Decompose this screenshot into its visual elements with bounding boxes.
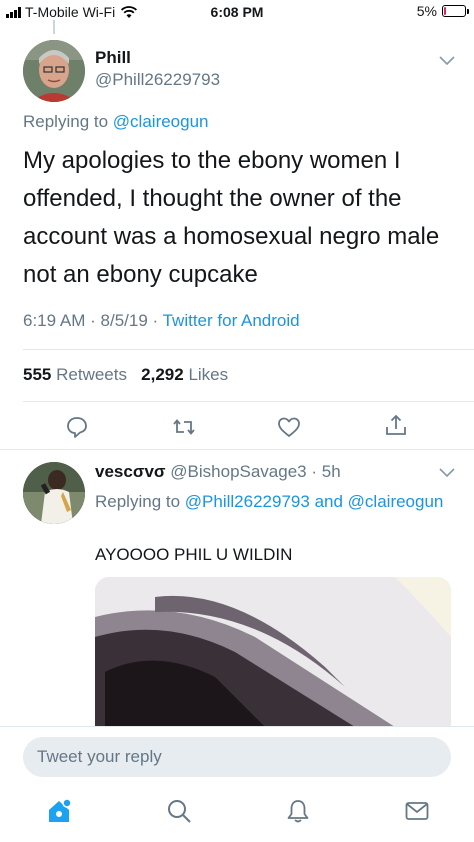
reply-handle[interactable]: @BishopSavage3 (170, 462, 306, 481)
tweet-time: 6:19 AM (23, 311, 86, 330)
share-icon[interactable] (384, 413, 408, 437)
author-handle[interactable]: @Phill26229793 (95, 70, 220, 90)
mention-link[interactable]: @Phill26229793 (185, 492, 310, 511)
home-icon[interactable] (46, 798, 72, 824)
reply-input[interactable]: Tweet your reply (23, 737, 451, 777)
meta-separator: · (90, 311, 96, 330)
reply-header: vescσvσ @BishopSavage3 · 5h (95, 462, 341, 482)
likes-label: Likes (188, 365, 229, 384)
mention-link[interactable]: @claireogun (348, 492, 444, 511)
divider (23, 349, 474, 350)
status-time: 6:08 PM (210, 4, 264, 20)
thread-connector (53, 20, 55, 34)
tweet-date: 8/5/19 (100, 311, 148, 330)
avatar-image (23, 462, 85, 524)
retweets-stat[interactable]: 555 Retweets (23, 365, 127, 384)
search-icon[interactable] (166, 798, 192, 824)
bell-icon[interactable] (285, 798, 311, 824)
replying-to-line: Replying to @claireogun (23, 112, 209, 132)
mention-link[interactable]: @claireogun (113, 112, 209, 131)
reply-icon[interactable] (65, 415, 89, 439)
tweet-text: My apologies to the ebony women I offend… (23, 147, 440, 288)
replying-prefix: Replying to (95, 492, 181, 511)
tweet-source-link[interactable]: Twitter for Android (163, 311, 300, 330)
likes-count: 2,292 (141, 365, 184, 384)
likes-stat[interactable]: 2,292 Likes (141, 365, 228, 384)
reply-age: · 5h (311, 462, 341, 481)
battery-icon (442, 5, 469, 17)
media-image (95, 577, 451, 727)
avatar-image (23, 40, 85, 102)
envelope-icon[interactable] (404, 798, 430, 824)
retweets-label: Retweets (56, 365, 127, 384)
media-thumbnail[interactable] (95, 577, 451, 727)
tweet-stats: 555 Retweets 2,292 Likes (23, 365, 228, 385)
avatar[interactable] (23, 462, 85, 524)
avatar[interactable] (23, 40, 85, 102)
status-bar: T-Mobile Wi-Fi 6:08 PM 5% (0, 0, 474, 26)
replying-and: and (314, 492, 343, 511)
battery-percent: 5% (416, 3, 437, 19)
reply-display-name[interactable]: vescσvσ (95, 462, 166, 481)
retweet-icon[interactable] (172, 415, 196, 439)
tweet-meta: 6:19 AM · 8/5/19 · Twitter for Android (23, 311, 300, 331)
author-display-name[interactable]: Phill (95, 48, 131, 68)
chevron-down-icon[interactable] (439, 56, 455, 66)
reply-replying-to-line: Replying to @Phill26229793 and @claireog… (95, 489, 455, 515)
heart-icon[interactable] (277, 415, 301, 439)
divider (23, 401, 474, 402)
section-divider (0, 449, 474, 450)
chevron-down-icon[interactable] (439, 468, 455, 478)
status-right: 5% (416, 3, 469, 19)
battery-level-fill (444, 7, 446, 15)
reply-text: AYOOOO PHIL U WILDIN (95, 545, 293, 564)
meta-separator: · (152, 311, 159, 330)
replying-prefix: Replying to (23, 112, 109, 131)
retweets-count: 555 (23, 365, 52, 384)
